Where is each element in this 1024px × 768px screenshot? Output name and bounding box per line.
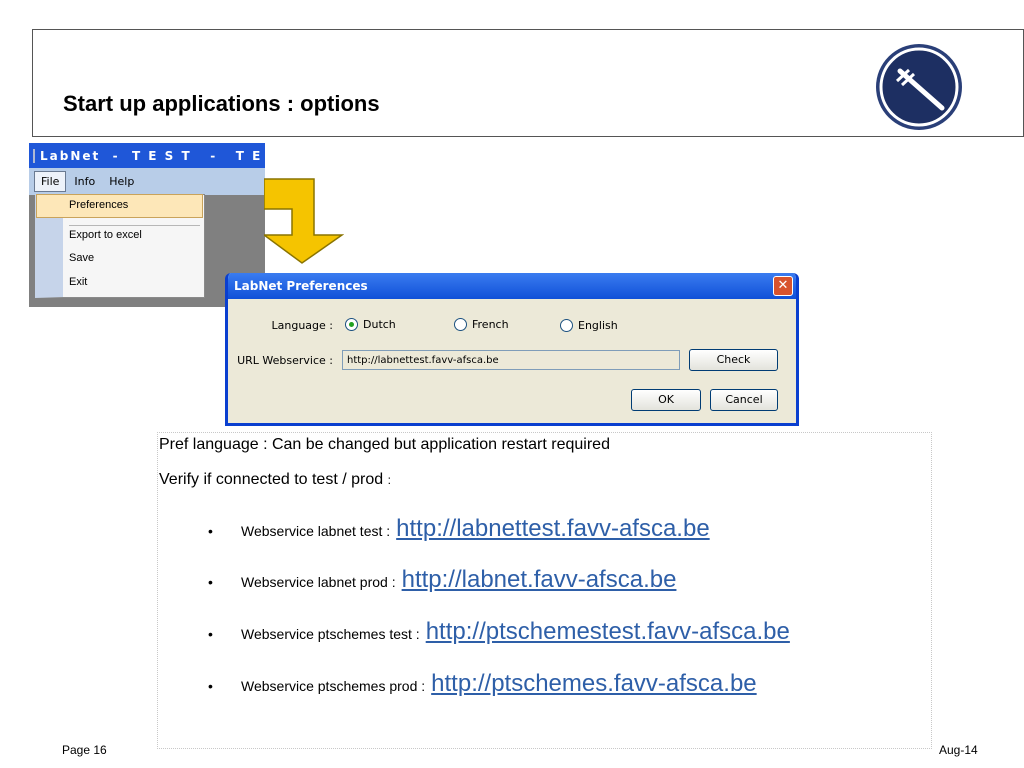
- bullet-label: Webservice ptschemes prod :: [241, 678, 426, 694]
- ptschemes-test-link[interactable]: http://ptschemestest.favv-afsca.be: [426, 618, 790, 646]
- radio-english[interactable]: English: [560, 319, 618, 332]
- bullet-icon: •: [208, 523, 213, 539]
- check-button[interactable]: Check: [689, 349, 778, 371]
- file-dropdown-menu: Preferences Export to excel Save Exit: [35, 194, 205, 298]
- ptschemes-prod-link[interactable]: http://ptschemes.favv-afsca.be: [431, 670, 757, 698]
- radio-checked-icon: [345, 318, 358, 331]
- verify-connection-colon: :: [387, 473, 391, 487]
- radio-unchecked-icon: [560, 319, 573, 332]
- url-webservice-input[interactable]: [342, 350, 680, 370]
- verify-connection-note: Verify if connected to test / prod :: [159, 471, 391, 489]
- list-item: • Webservice ptschemes prod : http://pts…: [208, 670, 757, 698]
- radio-english-label: English: [578, 319, 618, 332]
- menu-item-save[interactable]: Save: [69, 252, 94, 264]
- app-icon: [33, 148, 35, 163]
- menu-help[interactable]: Help: [103, 172, 140, 191]
- radio-unchecked-icon: [454, 318, 467, 331]
- agency-logo-icon: [876, 44, 962, 130]
- labnet-titlebar: LabNet - T E S T - T E S T: [29, 143, 265, 168]
- radio-dutch[interactable]: Dutch: [345, 318, 396, 331]
- close-icon[interactable]: ✕: [773, 276, 793, 296]
- verify-connection-text: Verify if connected to test / prod: [159, 471, 388, 488]
- menu-separator: [69, 225, 200, 226]
- menubar: File Info Help: [29, 168, 265, 195]
- preferences-dialog: LabNet Preferences ✕ Language : Dutch Fr…: [225, 273, 799, 426]
- url-webservice-label: URL Webservice :: [237, 354, 333, 367]
- menu-item-preferences[interactable]: Preferences: [69, 199, 128, 211]
- bullet-icon: •: [208, 678, 213, 694]
- menu-info[interactable]: Info: [68, 172, 101, 191]
- page-number: Page 16: [62, 743, 107, 757]
- footer-date: Aug-14: [939, 743, 978, 757]
- bullet-label: Webservice labnet prod :: [241, 574, 396, 590]
- labnet-prod-link[interactable]: http://labnet.favv-afsca.be: [402, 566, 677, 594]
- ok-button[interactable]: OK: [631, 389, 701, 411]
- menu-file[interactable]: File: [34, 171, 67, 192]
- page-title: Start up applications : options: [63, 91, 380, 116]
- radio-french[interactable]: French: [454, 318, 509, 331]
- dialog-titlebar: LabNet Preferences ✕: [228, 273, 796, 299]
- bullet-label: Webservice labnet test :: [241, 523, 391, 539]
- menu-item-exit[interactable]: Exit: [69, 276, 87, 288]
- menu-item-export-to-excel[interactable]: Export to excel: [69, 229, 142, 241]
- labnet-window-title: LabNet - T E S T - T E S T: [40, 148, 263, 163]
- bullet-icon: •: [208, 574, 213, 590]
- language-label: Language :: [271, 319, 334, 332]
- list-item: • Webservice labnet test : http://labnet…: [208, 515, 710, 543]
- list-item: • Webservice labnet prod : http://labnet…: [208, 566, 676, 594]
- bullet-label: Webservice ptschemes test :: [241, 626, 420, 642]
- pref-language-note: Pref language : Can be changed but appli…: [159, 436, 610, 453]
- radio-dutch-label: Dutch: [363, 318, 396, 331]
- down-arrow-icon: [264, 178, 344, 264]
- cancel-button[interactable]: Cancel: [710, 389, 778, 411]
- dialog-title: LabNet Preferences: [234, 279, 368, 293]
- bullet-icon: •: [208, 626, 213, 642]
- labnet-test-link[interactable]: http://labnettest.favv-afsca.be: [396, 515, 710, 543]
- list-item: • Webservice ptschemes test : http://pts…: [208, 618, 790, 646]
- radio-french-label: French: [472, 318, 509, 331]
